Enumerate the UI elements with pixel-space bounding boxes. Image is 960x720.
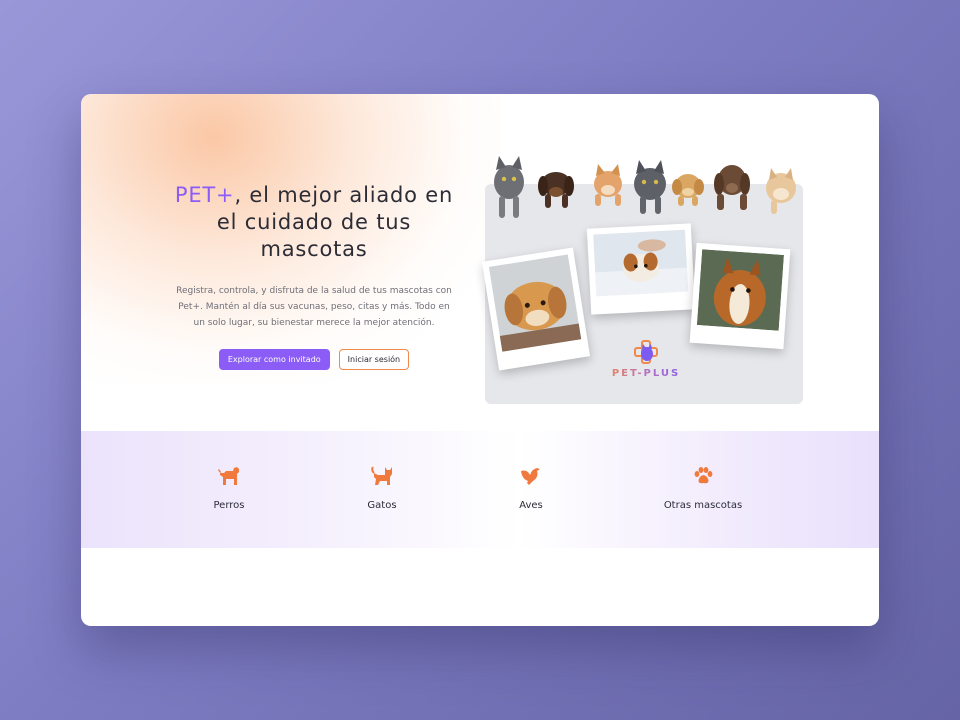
paw-icon	[694, 467, 713, 484]
dachshund-image	[538, 172, 574, 208]
jack-russell-photo	[593, 229, 689, 297]
login-button[interactable]: Iniciar sesión	[338, 349, 410, 370]
category-cats-label: Gatos	[367, 500, 397, 511]
category-dogs[interactable]: Perros	[169, 465, 289, 512]
explore-as-guest-button[interactable]: Explorar como invitado	[218, 349, 330, 370]
pet-plus-logo-icon	[634, 340, 658, 364]
cat-icon	[371, 466, 392, 485]
dog-icon	[218, 467, 239, 485]
hero-title: PET+, el mejor aliado en el cuidado de t…	[173, 182, 455, 263]
orange-cat-image	[594, 164, 622, 206]
category-dogs-label: Perros	[213, 500, 245, 511]
bird-icon	[521, 468, 540, 485]
dog-photo-polaroid-3	[689, 242, 791, 350]
golden-retriever-photo	[488, 254, 582, 352]
dog-photo-polaroid-2	[586, 223, 696, 315]
collie-photo	[696, 249, 784, 331]
brand-name: PET+	[174, 183, 235, 207]
category-other-pets[interactable]: Otras mascotas	[643, 465, 763, 512]
peeking-pets-illustration	[494, 156, 796, 218]
longhair-cat-image	[766, 168, 796, 214]
hero-title-rest: , el mejor aliado en el cuidado de tus m…	[216, 183, 454, 261]
grey-tabby-cat-image	[634, 160, 666, 214]
logo-text: PET-PLUS	[601, 368, 691, 379]
category-cats[interactable]: Gatos	[322, 465, 442, 512]
grey-cat-image	[494, 156, 524, 218]
golden-puppy-image	[672, 174, 704, 206]
pet-plus-logo: PET-PLUS	[601, 340, 691, 379]
category-birds[interactable]: Aves	[471, 465, 591, 512]
hero-description: Registra, controla, y disfruta de la sal…	[176, 286, 452, 328]
dog-photo-polaroid-1	[481, 247, 591, 371]
hero-actions: Explorar como invitado Iniciar sesión	[173, 349, 455, 370]
hero-section: PET+, el mejor aliado en el cuidado de t…	[173, 182, 455, 370]
category-other-pets-label: Otras mascotas	[663, 500, 743, 511]
brown-dog-image	[714, 165, 750, 210]
pet-categories-section: Perros Gatos Aves Otras mascotas	[81, 431, 879, 548]
category-birds-label: Aves	[519, 500, 543, 511]
landing-card: PET+, el mejor aliado en el cuidado de t…	[81, 94, 879, 626]
